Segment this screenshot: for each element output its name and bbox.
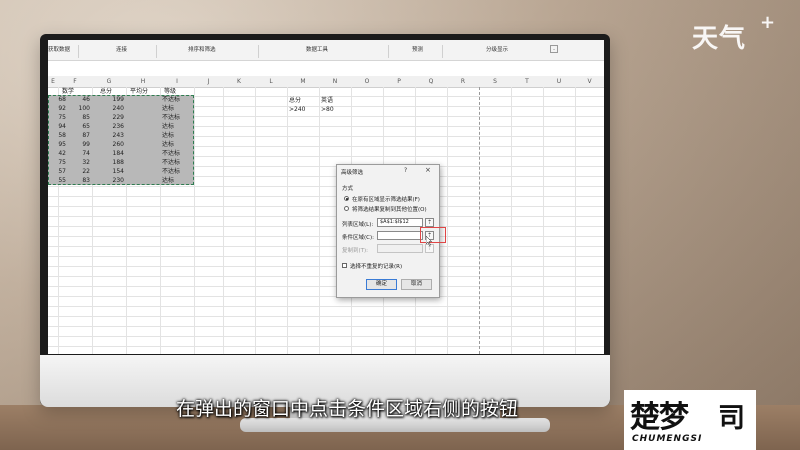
- ribbon-forecast[interactable]: 预测: [412, 45, 423, 53]
- ribbon-outline[interactable]: 分级显示: [486, 45, 508, 53]
- table-cell[interactable]: 240: [102, 105, 124, 113]
- mode-label: 方式: [342, 186, 354, 192]
- table-cell[interactable]: 达标: [162, 141, 174, 149]
- table-cell[interactable]: 229: [102, 114, 124, 122]
- spreadsheet-screen: 获取数据 连接 排序和筛选 数据工具 预测 分级显示 ⌄ E F G H I J…: [48, 40, 604, 354]
- ribbon-separator: [156, 45, 157, 58]
- table-cell[interactable]: 243: [102, 132, 124, 140]
- unique-records-label[interactable]: 选择不重复的记录(R): [350, 262, 402, 270]
- help-icon[interactable]: ?: [404, 167, 407, 174]
- ok-button[interactable]: 确定: [366, 279, 397, 290]
- criteria-value-english[interactable]: >80: [321, 106, 334, 114]
- list-range-collapse-button[interactable]: ⇡: [425, 218, 434, 227]
- radio-copy-to-location[interactable]: [344, 206, 349, 211]
- logo-mark: 司: [718, 403, 745, 434]
- table-cell[interactable]: 260: [102, 141, 124, 149]
- table-cell[interactable]: 99: [68, 141, 90, 149]
- table-cell[interactable]: 68: [48, 96, 66, 104]
- logo-text: 楚梦: [630, 400, 689, 435]
- table-cell[interactable]: 不达标: [162, 114, 180, 122]
- unique-records-checkbox[interactable]: [342, 263, 347, 268]
- criteria-header-english[interactable]: 英语: [321, 97, 333, 105]
- grid-line: [223, 87, 224, 354]
- grid-line: [287, 87, 288, 354]
- ribbon-separator: [442, 45, 443, 58]
- table-cell[interactable]: 达标: [162, 177, 174, 185]
- grid-line: [447, 87, 448, 354]
- table-cell[interactable]: 55: [48, 177, 66, 185]
- table-cell[interactable]: 75: [48, 114, 66, 122]
- copy-to-label: 复制到(T):: [342, 248, 369, 254]
- table-cell[interactable]: 32: [68, 159, 90, 167]
- criteria-range-label: 条件区域(C):: [342, 235, 374, 241]
- logo-badge: 楚梦 司 CHUMENGSI: [624, 390, 756, 450]
- brand-watermark: 天气: [692, 24, 747, 54]
- table-cell[interactable]: 199: [102, 96, 124, 104]
- list-range-input[interactable]: $A$1:$I$12: [377, 218, 423, 227]
- page-break-line: [479, 87, 480, 354]
- ribbon-separator: [78, 45, 79, 58]
- table-cell[interactable]: 230: [102, 177, 124, 185]
- criteria-range-input[interactable]: [377, 231, 423, 240]
- ribbon-data-tools[interactable]: 数据工具: [306, 45, 328, 53]
- table-cell[interactable]: 不达标: [162, 150, 180, 158]
- ribbon-separator: [388, 45, 389, 58]
- table-cell[interactable]: 95: [48, 141, 66, 149]
- ribbon-separator: [258, 45, 259, 58]
- table-cell[interactable]: 达标: [162, 132, 174, 140]
- radio-copy-to-location-label[interactable]: 将筛选结果复制到其他位置(O): [352, 205, 427, 213]
- grid-line: [511, 87, 512, 354]
- table-cell[interactable]: 154: [102, 168, 124, 176]
- copy-to-input[interactable]: [377, 244, 423, 253]
- table-cell[interactable]: 达标: [162, 105, 174, 113]
- ribbon-connections[interactable]: 连接: [116, 45, 127, 53]
- cancel-button[interactable]: 取消: [401, 279, 432, 290]
- grid-line: [543, 87, 544, 354]
- table-cell[interactable]: 不达标: [162, 159, 180, 167]
- data-ribbon: 获取数据 连接 排序和筛选 数据工具 预测 分级显示 ⌄: [48, 40, 604, 61]
- table-cell[interactable]: 87: [68, 132, 90, 140]
- ribbon-collapse-icon[interactable]: ⌄: [550, 45, 558, 53]
- grid-line: [255, 87, 256, 354]
- table-cell[interactable]: 85: [68, 114, 90, 122]
- ribbon-get-data[interactable]: 获取数据: [48, 45, 70, 53]
- table-cell[interactable]: 92: [48, 105, 66, 113]
- grid-line: [194, 87, 195, 354]
- mouse-pointer-icon: [426, 236, 432, 246]
- table-cell[interactable]: 58: [48, 132, 66, 140]
- table-cell[interactable]: 188: [102, 159, 124, 167]
- table-cell[interactable]: 22: [68, 168, 90, 176]
- grid-line: [575, 87, 576, 354]
- logo-subtext: CHUMENGSI: [632, 434, 703, 444]
- table-cell[interactable]: 65: [68, 123, 90, 131]
- ribbon-sort-filter[interactable]: 排序和筛选: [188, 45, 216, 53]
- criteria-header-total[interactable]: 总分: [289, 97, 301, 105]
- radio-filter-inplace[interactable]: [344, 196, 349, 201]
- grid-line: [319, 87, 320, 354]
- table-cell[interactable]: 184: [102, 150, 124, 158]
- table-cell[interactable]: 42: [48, 150, 66, 158]
- table-cell[interactable]: 74: [68, 150, 90, 158]
- close-icon[interactable]: ×: [425, 166, 431, 174]
- table-cell[interactable]: 46: [68, 96, 90, 104]
- list-range-label: 列表区域(L):: [342, 222, 374, 228]
- table-cell[interactable]: 75: [48, 159, 66, 167]
- plus-icon: +: [760, 12, 776, 33]
- table-cell[interactable]: 94: [48, 123, 66, 131]
- table-cell[interactable]: 达标: [162, 123, 174, 131]
- table-cell[interactable]: 100: [68, 105, 90, 113]
- radio-filter-inplace-label[interactable]: 在原有区域显示筛选结果(F): [352, 195, 420, 203]
- table-cell[interactable]: 236: [102, 123, 124, 131]
- subtitle-caption: 在弹出的窗口中点击条件区域右侧的按钮: [176, 398, 519, 420]
- table-cell[interactable]: 57: [48, 168, 66, 176]
- criteria-value-total[interactable]: >240: [289, 106, 305, 114]
- table-cell[interactable]: 83: [68, 177, 90, 185]
- table-cell[interactable]: 不达标: [162, 168, 180, 176]
- dialog-title: 高级筛选: [341, 170, 364, 176]
- table-cell[interactable]: 不达标: [162, 96, 180, 104]
- highlight-box: [420, 227, 446, 243]
